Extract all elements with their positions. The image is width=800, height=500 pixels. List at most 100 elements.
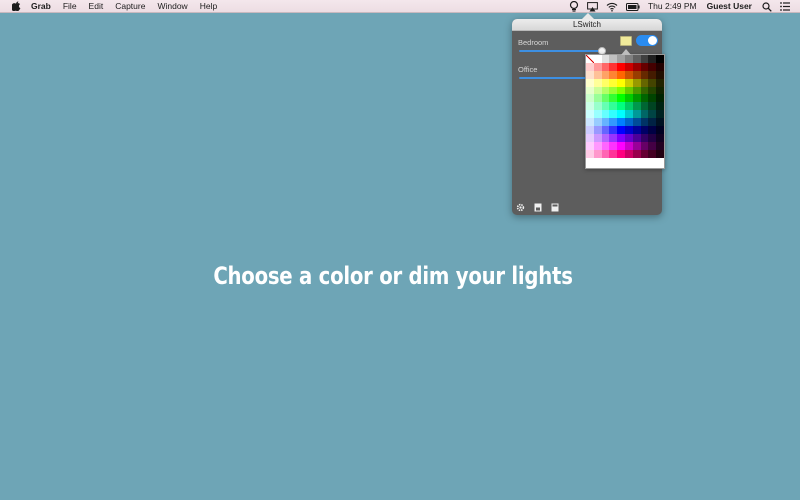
menu-user[interactable]: Guest User: [707, 0, 752, 13]
color-cell[interactable]: [586, 78, 594, 87]
color-cell[interactable]: [632, 62, 641, 71]
color-cell[interactable]: [640, 110, 649, 119]
color-cell[interactable]: [640, 126, 649, 134]
color-cell[interactable]: [609, 86, 618, 95]
color-cell[interactable]: [609, 126, 618, 134]
color-cell[interactable]: [648, 78, 657, 87]
color-cell[interactable]: [593, 149, 602, 158]
color-cell[interactable]: [640, 70, 649, 79]
color-cell[interactable]: [640, 102, 649, 111]
color-cell[interactable]: [609, 118, 618, 127]
color-cell[interactable]: [593, 133, 602, 142]
color-cell[interactable]: [632, 94, 641, 103]
menu-app-grab[interactable]: Grab: [31, 0, 51, 13]
color-cell[interactable]: [593, 141, 602, 150]
color-cell[interactable]: [593, 118, 602, 127]
color-cell[interactable]: [601, 141, 610, 150]
color-cell[interactable]: [648, 55, 657, 63]
color-cell[interactable]: [656, 126, 664, 134]
color-cell[interactable]: [586, 94, 594, 103]
color-cell[interactable]: [624, 126, 633, 134]
color-cell[interactable]: [601, 70, 610, 79]
color-cell[interactable]: [656, 62, 664, 71]
color-cell[interactable]: [624, 133, 633, 142]
color-cell[interactable]: [640, 149, 649, 158]
menu-file[interactable]: File: [63, 0, 77, 13]
color-cell[interactable]: [640, 78, 649, 87]
menu-edit[interactable]: Edit: [89, 0, 104, 13]
device-icon[interactable]: [533, 203, 542, 212]
color-cell[interactable]: [593, 102, 602, 111]
color-cell[interactable]: [601, 86, 610, 95]
apple-menu-icon[interactable]: [11, 1, 21, 12]
color-cell[interactable]: [656, 78, 664, 87]
color-cell[interactable]: [609, 70, 618, 79]
menu-clock[interactable]: Thu 2:49 PM: [648, 0, 697, 13]
device-settings-icon[interactable]: [550, 203, 559, 212]
color-cell[interactable]: [624, 62, 633, 71]
color-cell[interactable]: [609, 102, 618, 111]
color-cell[interactable]: [624, 110, 633, 119]
color-cell[interactable]: [640, 62, 649, 71]
color-cell[interactable]: [601, 126, 610, 134]
color-cell[interactable]: [656, 133, 664, 142]
color-cell[interactable]: [648, 94, 657, 103]
color-cell[interactable]: [617, 133, 625, 142]
color-cell[interactable]: [601, 62, 610, 71]
color-cell[interactable]: [609, 55, 618, 63]
color-cell[interactable]: [593, 55, 602, 63]
color-cell[interactable]: [656, 141, 664, 150]
color-cell[interactable]: [601, 133, 610, 142]
color-cell[interactable]: [632, 118, 641, 127]
search-icon[interactable]: [762, 0, 772, 13]
color-cell[interactable]: [632, 86, 641, 95]
color-cell[interactable]: [648, 86, 657, 95]
color-cell[interactable]: [632, 70, 641, 79]
color-cell[interactable]: [656, 102, 664, 111]
color-cell[interactable]: [648, 102, 657, 111]
color-cell[interactable]: [640, 94, 649, 103]
color-cell[interactable]: [640, 118, 649, 127]
color-cell[interactable]: [617, 78, 625, 87]
color-cell[interactable]: [593, 110, 602, 119]
color-cell[interactable]: [617, 70, 625, 79]
color-cell[interactable]: [656, 118, 664, 127]
color-cell[interactable]: [586, 141, 594, 150]
color-cell[interactable]: [617, 62, 625, 71]
menu-help[interactable]: Help: [200, 0, 217, 13]
color-cell[interactable]: [586, 70, 594, 79]
color-cell[interactable]: [624, 141, 633, 150]
color-cell[interactable]: [640, 133, 649, 142]
color-cell[interactable]: [601, 102, 610, 111]
color-cell[interactable]: [586, 62, 594, 71]
color-cell[interactable]: [648, 110, 657, 119]
color-cell[interactable]: [648, 62, 657, 71]
color-cell[interactable]: [617, 141, 625, 150]
color-cell[interactable]: [648, 70, 657, 79]
color-cell[interactable]: [601, 110, 610, 119]
color-cell[interactable]: [648, 141, 657, 150]
color-cell[interactable]: [593, 62, 602, 71]
color-cell[interactable]: [624, 86, 633, 95]
battery-icon[interactable]: [625, 0, 640, 13]
wifi-icon[interactable]: [606, 0, 618, 13]
color-cell[interactable]: [617, 86, 625, 95]
color-cell[interactable]: [632, 55, 641, 63]
color-cell[interactable]: [586, 55, 594, 63]
color-cell[interactable]: [609, 110, 618, 119]
color-cell[interactable]: [632, 110, 641, 119]
color-cell[interactable]: [624, 102, 633, 111]
color-cell[interactable]: [640, 86, 649, 95]
color-cell[interactable]: [624, 78, 633, 87]
color-cell[interactable]: [656, 94, 664, 103]
color-cell[interactable]: [609, 149, 618, 158]
color-cell[interactable]: [624, 94, 633, 103]
color-cell[interactable]: [656, 149, 664, 158]
color-cell[interactable]: [593, 70, 602, 79]
color-cell[interactable]: [617, 110, 625, 119]
color-cell[interactable]: [593, 86, 602, 95]
color-cell[interactable]: [648, 126, 657, 134]
color-cell[interactable]: [656, 55, 664, 63]
color-cell[interactable]: [609, 78, 618, 87]
color-cell[interactable]: [601, 94, 610, 103]
